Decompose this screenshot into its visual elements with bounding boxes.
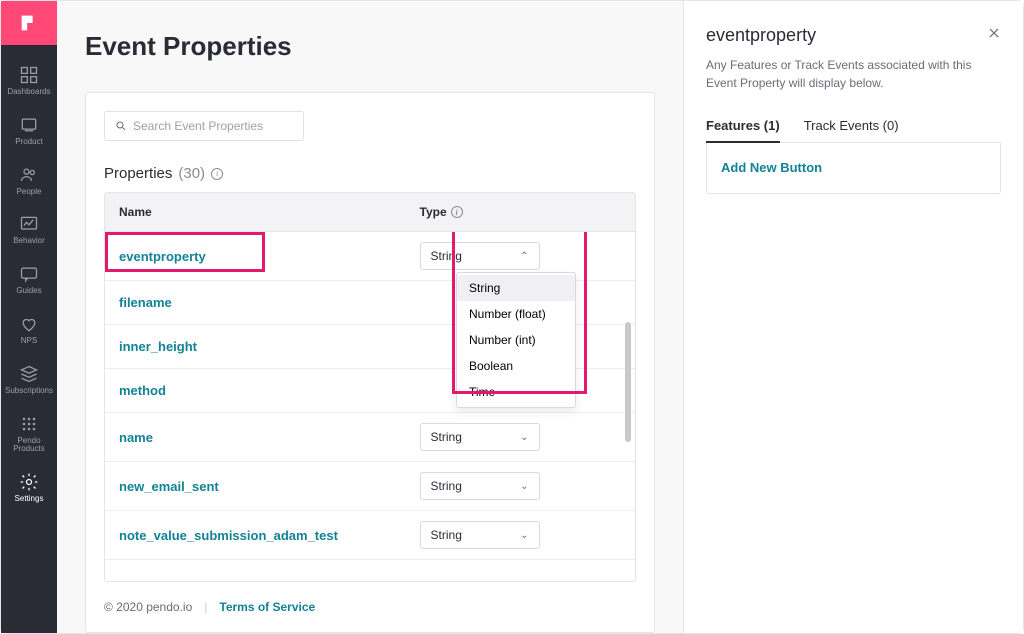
type-select-value: String	[431, 528, 462, 542]
type-select[interactable]: String ⌄	[420, 423, 540, 451]
chevron-down-icon: ⌄	[520, 481, 528, 492]
table-body: eventproperty String ⌃ String Nu	[105, 232, 635, 581]
nav-guides[interactable]: Guides	[1, 254, 57, 304]
nav-label: Settings	[13, 495, 46, 504]
panel-description: Any Features or Track Events associated …	[706, 56, 1001, 92]
properties-card: Properties (30) i Name Type i	[85, 92, 655, 633]
nav-people[interactable]: People	[1, 155, 57, 205]
chat-icon	[19, 264, 39, 284]
nav-nps[interactable]: NPS	[1, 304, 57, 354]
type-option[interactable]: Time	[457, 379, 575, 405]
section-label: Properties	[104, 165, 172, 182]
type-option[interactable]: Number (float)	[457, 301, 575, 327]
property-name-link[interactable]: filename	[119, 295, 172, 310]
panel-title: eventproperty	[706, 25, 816, 46]
panel-header: eventproperty	[706, 25, 1001, 46]
type-select[interactable]: String ⌄	[420, 521, 540, 549]
nav-items: Dashboards Product People Behavior Guide…	[1, 45, 57, 633]
stack-icon	[19, 364, 39, 384]
nav-label: Behavior	[11, 237, 47, 246]
nav-label: Pendo Products	[1, 437, 57, 455]
chevron-down-icon: ⌄	[520, 530, 528, 541]
property-name-link[interactable]: new_email_sent	[119, 479, 219, 494]
property-name-link[interactable]: eventproperty	[119, 249, 206, 264]
nav-subscriptions[interactable]: Subscriptions	[1, 354, 57, 404]
sidebar: Dashboards Product People Behavior Guide…	[1, 1, 57, 633]
col-type-header: Type i	[406, 193, 635, 231]
app-root: Dashboards Product People Behavior Guide…	[1, 1, 1023, 633]
tab-track-events[interactable]: Track Events (0)	[804, 110, 899, 143]
info-icon[interactable]: i	[211, 168, 223, 180]
table-row: new_email_sent String ⌄	[105, 462, 635, 511]
grid-icon	[19, 65, 39, 85]
dots-grid-icon	[19, 414, 39, 434]
footer: © 2020 pendo.io | Terms of Service	[104, 582, 636, 632]
type-select[interactable]: String ⌄	[420, 472, 540, 500]
brand-logo[interactable]	[1, 1, 57, 45]
type-option[interactable]: Number (int)	[457, 327, 575, 353]
nav-label: Product	[13, 138, 45, 147]
pendo-logo-icon	[18, 12, 40, 34]
copyright: © 2020 pendo.io	[104, 600, 192, 614]
layers-icon	[19, 115, 39, 135]
heart-icon	[19, 314, 39, 334]
close-icon	[987, 26, 1001, 40]
main: Event Properties Properties (30) i Name …	[57, 1, 1023, 633]
property-name-link[interactable]: method	[119, 383, 166, 398]
page-title: Event Properties	[85, 31, 655, 62]
type-select-value: String	[431, 249, 462, 263]
table-header: Name Type i	[105, 193, 635, 232]
info-icon[interactable]: i	[451, 206, 463, 218]
col-name-header: Name	[105, 193, 406, 231]
search-input[interactable]	[133, 119, 293, 133]
col-type-label: Type	[420, 205, 447, 219]
people-icon	[19, 165, 39, 185]
search-wrap[interactable]	[104, 111, 304, 141]
nav-label: People	[15, 188, 44, 197]
type-select-value: String	[431, 430, 462, 444]
close-button[interactable]	[987, 25, 1001, 43]
type-dropdown: String Number (float) Number (int) Boole…	[456, 272, 576, 408]
nav-product[interactable]: Product	[1, 105, 57, 155]
nav-label: Guides	[14, 287, 43, 296]
section-count: (30)	[178, 165, 205, 182]
table-row: note_value_submission_adam_test String ⌄	[105, 511, 635, 560]
nav-pendo-products[interactable]: Pendo Products	[1, 404, 57, 463]
detail-panel: eventproperty Any Features or Track Even…	[683, 1, 1023, 633]
nav-dashboards[interactable]: Dashboards	[1, 55, 57, 105]
nav-behavior[interactable]: Behavior	[1, 204, 57, 254]
scrollbar[interactable]	[625, 322, 631, 442]
table-row: name String ⌄	[105, 413, 635, 462]
content: Event Properties Properties (30) i Name …	[57, 1, 683, 633]
chevron-up-icon: ⌃	[520, 251, 528, 262]
type-select[interactable]: String ⌃	[420, 242, 540, 270]
property-name-link[interactable]: inner_height	[119, 339, 197, 354]
nav-label: NPS	[19, 337, 39, 346]
tos-link[interactable]: Terms of Service	[219, 600, 315, 614]
nav-label: Subscriptions	[3, 387, 55, 396]
panel-tabs: Features (1) Track Events (0)	[706, 110, 1001, 143]
gear-icon	[19, 472, 39, 492]
nav-label: Dashboards	[5, 88, 52, 97]
tab-features[interactable]: Features (1)	[706, 110, 780, 143]
panel-body: Add New Button	[706, 143, 1001, 194]
chart-icon	[19, 214, 39, 234]
properties-section-header: Properties (30) i	[104, 159, 636, 192]
properties-table: Name Type i eventproperty	[104, 192, 636, 582]
property-name-link[interactable]: name	[119, 430, 153, 445]
add-new-button[interactable]: Add New Button	[721, 160, 822, 175]
chevron-down-icon: ⌄	[520, 432, 528, 443]
type-option[interactable]: Boolean	[457, 353, 575, 379]
divider: |	[204, 600, 207, 614]
type-select-value: String	[431, 479, 462, 493]
property-name-link[interactable]: note_value_submission_adam_test	[119, 528, 338, 543]
nav-settings[interactable]: Settings	[1, 462, 57, 512]
type-option[interactable]: String	[457, 275, 575, 301]
search-icon	[115, 120, 127, 132]
